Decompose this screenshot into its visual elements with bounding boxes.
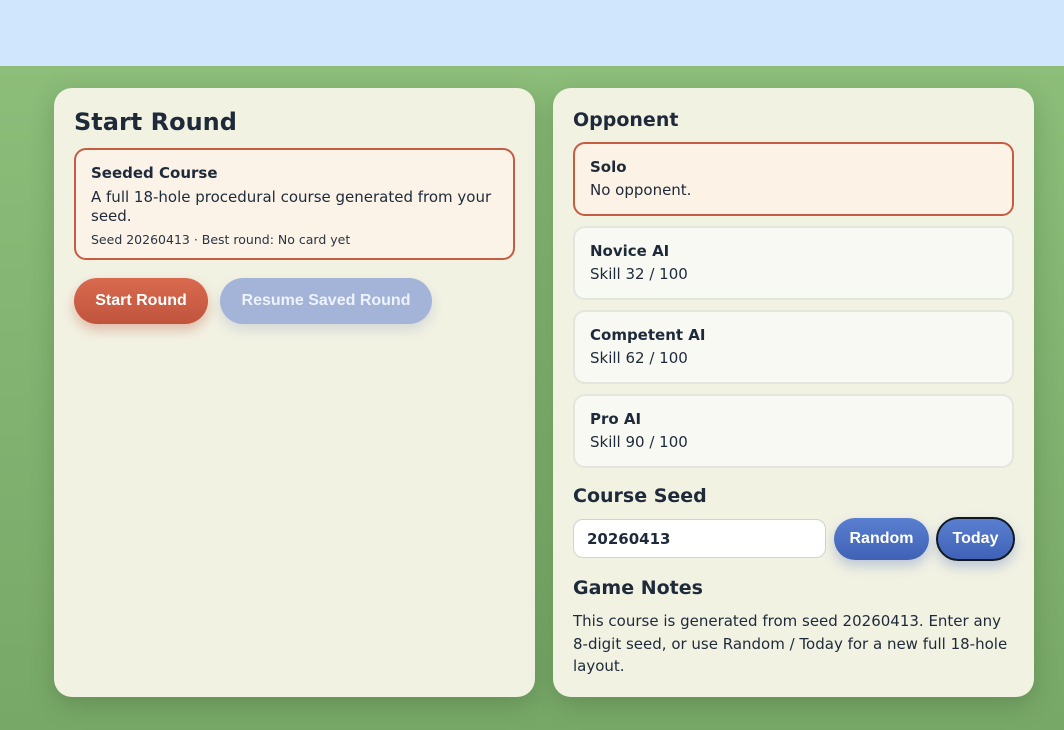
course-card[interactable]: Seeded Course A full 18-hole procedural …: [74, 148, 515, 260]
start-round-panel: Start Round Seeded Course A full 18-hole…: [54, 88, 535, 697]
opponent-description: No opponent.: [590, 181, 692, 199]
game-notes-title: Game Notes: [573, 577, 703, 599]
start-round-title: Start Round: [74, 108, 237, 136]
opponent-description: Skill 32 / 100: [590, 265, 688, 283]
course-seed-title: Course Seed: [573, 485, 707, 507]
resume-saved-round-button[interactable]: Resume Saved Round: [220, 278, 432, 324]
opponent-option-solo[interactable]: Solo No opponent.: [573, 142, 1014, 216]
opponent-option-pro-ai[interactable]: Pro AI Skill 90 / 100: [573, 394, 1014, 468]
seed-input[interactable]: [573, 519, 826, 558]
opponent-description: Skill 62 / 100: [590, 349, 688, 367]
course-description: A full 18-hole procedural course generat…: [91, 188, 492, 225]
course-name: Seeded Course: [91, 164, 218, 182]
game-notes-text: This course is generated from seed 20260…: [573, 612, 1008, 675]
opponent-option-novice-ai[interactable]: Novice AI Skill 32 / 100: [573, 226, 1014, 300]
sky-banner: [0, 0, 1064, 66]
start-round-button[interactable]: Start Round: [74, 278, 208, 324]
opponent-name: Novice AI: [590, 242, 670, 260]
opponent-option-competent-ai[interactable]: Competent AI Skill 62 / 100: [573, 310, 1014, 384]
opponent-title: Opponent: [573, 109, 679, 131]
opponent-name: Solo: [590, 158, 627, 176]
random-seed-button[interactable]: Random: [834, 518, 929, 560]
opponent-description: Skill 90 / 100: [590, 433, 688, 451]
opponent-name: Competent AI: [590, 326, 706, 344]
options-panel: Opponent Solo No opponent. Novice AI Ski…: [553, 88, 1034, 697]
today-seed-button[interactable]: Today: [936, 517, 1015, 561]
opponent-name: Pro AI: [590, 410, 642, 428]
course-meta: Seed 20260413 · Best round: No card yet: [91, 232, 351, 247]
